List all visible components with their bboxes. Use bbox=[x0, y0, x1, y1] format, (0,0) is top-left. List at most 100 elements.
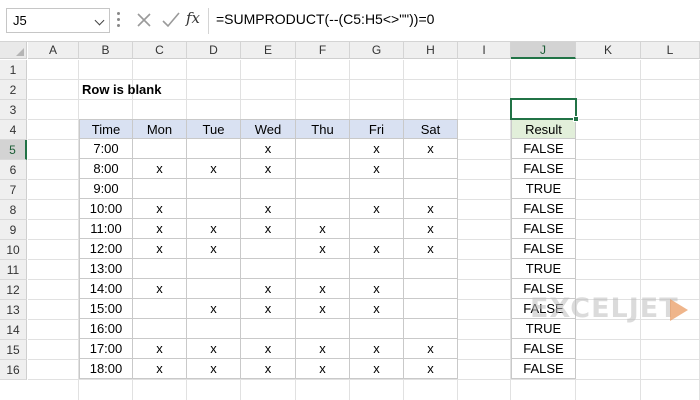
table-cell[interactable]: 14:00 bbox=[79, 279, 133, 299]
table-header-cell[interactable]: Tue bbox=[187, 119, 241, 139]
row-header[interactable]: 4 bbox=[0, 120, 27, 140]
table-cell[interactable]: x bbox=[404, 359, 458, 379]
table-cell[interactable] bbox=[133, 299, 187, 319]
result-cell[interactable]: TRUE bbox=[511, 179, 576, 199]
table-cell[interactable]: x bbox=[241, 219, 296, 239]
chevron-down-icon[interactable] bbox=[94, 15, 105, 26]
table-cell[interactable]: x bbox=[296, 339, 350, 359]
column-header[interactable]: H bbox=[404, 42, 458, 59]
result-cell[interactable]: FALSE bbox=[511, 339, 576, 359]
table-cell[interactable] bbox=[133, 259, 187, 279]
row-header[interactable]: 10 bbox=[0, 240, 27, 260]
table-cell[interactable] bbox=[241, 319, 296, 339]
result-cell[interactable]: TRUE bbox=[511, 259, 576, 279]
row-header[interactable]: 13 bbox=[0, 300, 27, 320]
column-header[interactable]: B bbox=[79, 42, 133, 59]
result-cell[interactable]: FALSE bbox=[511, 219, 576, 239]
table-cell[interactable]: x bbox=[296, 359, 350, 379]
table-cell[interactable] bbox=[296, 259, 350, 279]
table-cell[interactable]: x bbox=[241, 159, 296, 179]
fill-handle[interactable] bbox=[573, 116, 579, 122]
table-cell[interactable] bbox=[187, 319, 241, 339]
table-cell[interactable]: x bbox=[296, 219, 350, 239]
table-cell[interactable] bbox=[404, 279, 458, 299]
table-cell[interactable]: x bbox=[187, 359, 241, 379]
table-cell[interactable] bbox=[241, 179, 296, 199]
table-cell[interactable]: 11:00 bbox=[79, 219, 133, 239]
table-cell[interactable]: x bbox=[187, 159, 241, 179]
table-cell[interactable] bbox=[296, 159, 350, 179]
table-cell[interactable]: x bbox=[241, 199, 296, 219]
table-cell[interactable]: x bbox=[350, 159, 404, 179]
table-header-cell[interactable]: Sat bbox=[404, 119, 458, 139]
table-header-cell[interactable]: Wed bbox=[241, 119, 296, 139]
row-header[interactable]: 16 bbox=[0, 360, 27, 380]
row-header[interactable]: 6 bbox=[0, 160, 27, 180]
table-header-cell[interactable]: Time bbox=[79, 119, 133, 139]
table-cell[interactable] bbox=[133, 179, 187, 199]
row-header[interactable]: 3 bbox=[0, 100, 27, 120]
table-cell[interactable] bbox=[296, 319, 350, 339]
table-cell[interactable]: x bbox=[404, 339, 458, 359]
result-header[interactable]: Result bbox=[511, 119, 576, 139]
result-cell[interactable]: FALSE bbox=[511, 199, 576, 219]
table-cell[interactable] bbox=[241, 239, 296, 259]
table-cell[interactable]: x bbox=[350, 279, 404, 299]
table-cell[interactable] bbox=[350, 179, 404, 199]
table-cell[interactable] bbox=[350, 319, 404, 339]
result-cell[interactable]: FALSE bbox=[511, 239, 576, 259]
table-cell[interactable] bbox=[296, 139, 350, 159]
table-cell[interactable] bbox=[133, 139, 187, 159]
table-cell[interactable]: x bbox=[350, 139, 404, 159]
table-cell[interactable] bbox=[404, 159, 458, 179]
table-cell[interactable]: x bbox=[187, 239, 241, 259]
table-cell[interactable]: x bbox=[133, 159, 187, 179]
table-cell[interactable]: 7:00 bbox=[79, 139, 133, 159]
table-cell[interactable] bbox=[187, 279, 241, 299]
table-cell[interactable] bbox=[404, 319, 458, 339]
table-cell[interactable]: x bbox=[187, 299, 241, 319]
table-cell[interactable]: 15:00 bbox=[79, 299, 133, 319]
table-cell[interactable]: x bbox=[133, 199, 187, 219]
row-header[interactable]: 5 bbox=[0, 140, 27, 160]
column-header[interactable]: C bbox=[133, 42, 187, 59]
row-header[interactable]: 1 bbox=[0, 60, 27, 80]
table-cell[interactable]: x bbox=[241, 279, 296, 299]
table-cell[interactable] bbox=[350, 219, 404, 239]
table-cell[interactable] bbox=[241, 259, 296, 279]
row-header[interactable]: 2 bbox=[0, 80, 27, 100]
table-cell[interactable] bbox=[404, 259, 458, 279]
formula-input[interactable]: =SUMPRODUCT(--(C5:H5<>""))=0 bbox=[216, 11, 696, 33]
table-cell[interactable] bbox=[404, 179, 458, 199]
table-cell[interactable]: x bbox=[350, 239, 404, 259]
insert-function-icon[interactable]: fx bbox=[186, 9, 200, 27]
result-cell[interactable]: FALSE bbox=[511, 139, 576, 159]
row-header[interactable]: 12 bbox=[0, 280, 27, 300]
column-header[interactable]: E bbox=[241, 42, 296, 59]
table-cell[interactable]: x bbox=[187, 219, 241, 239]
column-header[interactable]: L bbox=[641, 42, 700, 59]
table-cell[interactable]: x bbox=[187, 339, 241, 359]
table-cell[interactable]: x bbox=[296, 239, 350, 259]
select-all-corner[interactable] bbox=[0, 42, 27, 59]
table-cell[interactable]: x bbox=[241, 299, 296, 319]
table-cell[interactable]: x bbox=[133, 239, 187, 259]
table-cell[interactable]: x bbox=[404, 219, 458, 239]
table-cell[interactable] bbox=[187, 199, 241, 219]
table-cell[interactable]: x bbox=[133, 359, 187, 379]
table-cell[interactable]: x bbox=[350, 359, 404, 379]
table-cell[interactable]: 12:00 bbox=[79, 239, 133, 259]
column-header[interactable]: F bbox=[296, 42, 350, 59]
row-header[interactable]: 14 bbox=[0, 320, 27, 340]
column-header[interactable]: G bbox=[350, 42, 404, 59]
table-cell[interactable] bbox=[133, 319, 187, 339]
table-header-cell[interactable]: Fri bbox=[350, 119, 404, 139]
table-cell[interactable]: x bbox=[133, 279, 187, 299]
table-header-cell[interactable]: Mon bbox=[133, 119, 187, 139]
table-cell[interactable] bbox=[296, 179, 350, 199]
row-header[interactable]: 7 bbox=[0, 180, 27, 200]
table-cell[interactable]: 8:00 bbox=[79, 159, 133, 179]
table-cell[interactable]: x bbox=[241, 139, 296, 159]
column-header[interactable]: I bbox=[458, 42, 511, 59]
table-cell[interactable]: x bbox=[133, 339, 187, 359]
